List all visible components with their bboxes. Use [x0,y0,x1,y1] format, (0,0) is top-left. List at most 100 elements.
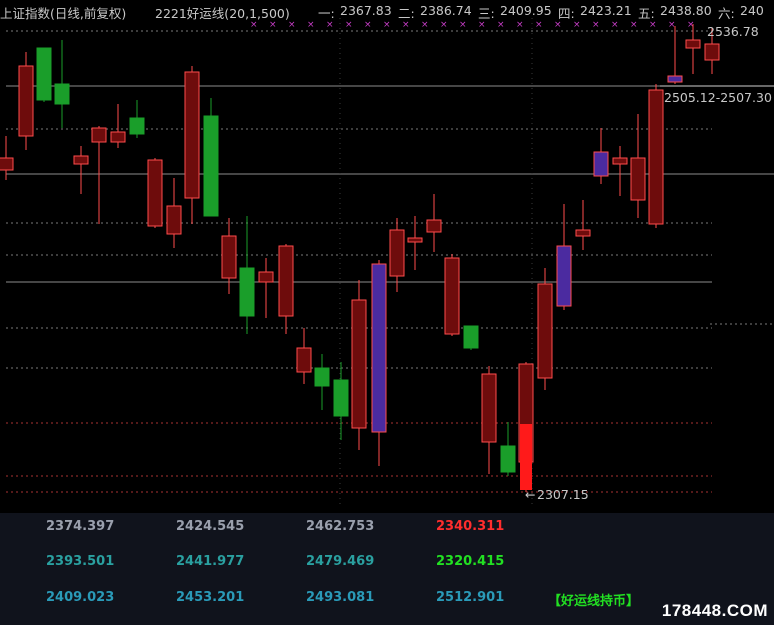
value-r3c3: 2493.081 [306,590,375,605]
candlestick [371,260,387,466]
top-marker-icon: × [402,20,410,30]
candle-body [296,347,312,373]
candlestick [129,100,145,138]
indicator-signal-label: 【好运线持币】 [548,594,640,609]
top-marker-icon: × [516,20,524,30]
value-r3c4: 2512.901 [436,590,505,605]
candle-body [575,229,591,237]
low-arrow: ← [525,487,535,502]
level-1-value: 2367.83 [340,3,392,18]
candle-body-limit [520,424,532,490]
candlestick [575,200,591,250]
candle-body [630,157,646,201]
candle-body [704,43,720,61]
candle-body [537,283,553,379]
candle-body [129,117,145,135]
candlestick-chart[interactable]: × × × × × × × × × × × × × × × × × × × × × × × × 2536.78 2505.12… [0,18,774,513]
value-r1c4: 2340.311 [436,519,505,534]
top-marker-icon: × [630,20,638,30]
top-marker-icon: × [383,20,391,30]
top-marker-icon: × [497,20,505,30]
top-markers: × × × × × × × × × × × × × × × × × × × × × × × × [250,20,695,30]
value-r1c3: 2462.753 [306,519,375,534]
indicator-values-panel: 2374.397 2424.545 2462.753 2340.311 2393… [0,513,774,625]
top-marker-icon: × [421,20,429,30]
candle-body [221,235,237,279]
candlestick [612,146,628,196]
candle-body [203,115,219,217]
level-4-value: 2423.21 [580,3,632,18]
top-marker-icon: × [592,20,600,30]
candlestick [203,98,219,217]
level-3-value: 2409.95 [500,3,552,18]
level-2-value: 2386.74 [420,3,472,18]
value-r1c2: 2424.545 [176,519,245,534]
top-marker-icon: × [459,20,467,30]
candlestick [91,126,107,224]
candlestick [296,328,312,384]
candle-body [556,245,572,307]
high-price-label: 2536.78 [707,24,759,39]
candlestick [481,366,497,474]
candlestick [258,258,274,318]
candle-body [73,155,89,165]
top-marker-icon: × [440,20,448,30]
candle-body [258,271,274,283]
value-r3c1: 2409.023 [46,590,115,605]
candlestick [667,26,683,84]
candle-body [147,159,163,227]
candlestick [463,325,479,350]
candlestick [630,114,646,218]
value-r3c2: 2453.201 [176,590,245,605]
candlestick [389,218,405,292]
candlestick [333,362,349,440]
top-marker-icon: × [535,20,543,30]
top-marker-icon: × [478,20,486,30]
candlestick [73,146,89,194]
candle-body [463,325,479,349]
candlestick [0,136,14,180]
top-marker-icon: × [364,20,372,30]
candle-body [351,299,367,429]
top-marker-icon: × [326,20,334,30]
candle-body [481,373,497,443]
candle-body [371,263,387,433]
candlestick [184,66,200,224]
value-r1c1: 2374.397 [46,519,115,534]
candle-body [685,39,701,49]
candlestick [537,268,553,390]
candlestick [166,178,182,248]
top-marker-icon: × [573,20,581,30]
candlestick [110,104,126,148]
candle-body [667,75,683,83]
candles [0,24,720,492]
top-marker-icon: × [611,20,619,30]
level-6-value: 240 [740,3,764,18]
top-marker-icon: × [250,20,258,30]
candle-body [389,229,405,277]
value-r2c1: 2393.501 [46,554,115,569]
candle-body [18,65,34,137]
candle-body [239,267,255,317]
candle-body [91,127,107,143]
candlestick [444,254,460,336]
candle-body [500,445,516,473]
top-marker-icon: × [307,20,315,30]
candle-body [407,237,423,243]
candlestick [407,216,423,270]
top-marker-icon: × [554,20,562,30]
top-marker-icon: × [269,20,277,30]
top-marker-icon: × [345,20,353,30]
candlestick [278,244,294,334]
candlestick [147,158,163,228]
candle-body [612,157,628,165]
candle-body [36,47,52,101]
candle-body [54,83,70,105]
chart-canvas[interactable]: × × × × × × × × × × × × × × × × × × × × × × × × 2536.78 2505.12… [0,18,774,513]
value-r2c4: 2320.415 [436,554,505,569]
candle-body [0,157,14,171]
candle-body [166,205,182,235]
candle-body [648,89,664,225]
band-price-label: 2505.12-2507.30 [664,90,772,105]
candlestick [426,194,442,252]
